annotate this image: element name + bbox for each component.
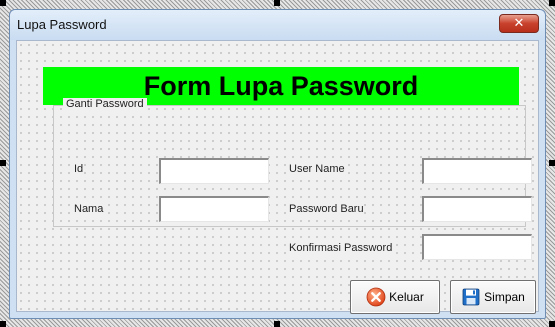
resize-handle-bottom-left[interactable] [0,321,6,327]
save-icon [462,288,480,306]
resize-handle-bottom[interactable] [274,321,280,327]
user-name-input[interactable] [422,158,532,184]
title-bar[interactable]: Lupa Password ✕ [10,10,545,40]
nama-label: Nama [74,203,104,215]
resize-handle-top-left[interactable] [0,0,6,6]
resize-handle-bottom-right[interactable] [549,321,555,327]
keluar-button[interactable]: Keluar [350,280,440,314]
userform-window: Lupa Password ✕ Form Lupa Password Ganti… [9,9,546,319]
nama-input[interactable] [159,196,269,222]
resize-handle-top-right[interactable] [549,0,555,6]
simpan-label: Simpan [484,290,525,304]
user-name-label: User Name [289,163,345,175]
konfirmasi-password-label: Konfirmasi Password [289,242,393,254]
close-button[interactable]: ✕ [499,14,539,33]
konfirmasi-password-input[interactable] [422,234,532,260]
close-icon: ✕ [513,16,525,31]
id-label: Id [74,163,84,175]
simpan-button[interactable]: Simpan [450,280,536,314]
password-baru-input[interactable] [422,196,532,222]
resize-handle-top[interactable] [274,0,280,6]
frame-legend: Ganti Password [63,98,147,110]
resize-handle-left[interactable] [0,160,6,166]
password-baru-label: Password Baru [289,203,364,215]
keluar-label: Keluar [389,290,424,304]
resize-handle-right[interactable] [549,160,555,166]
window-title: Lupa Password [17,17,107,32]
id-input[interactable] [159,158,269,184]
form-client-area: Form Lupa Password Ganti Password Id Nam… [16,40,539,314]
exit-icon [366,287,386,307]
